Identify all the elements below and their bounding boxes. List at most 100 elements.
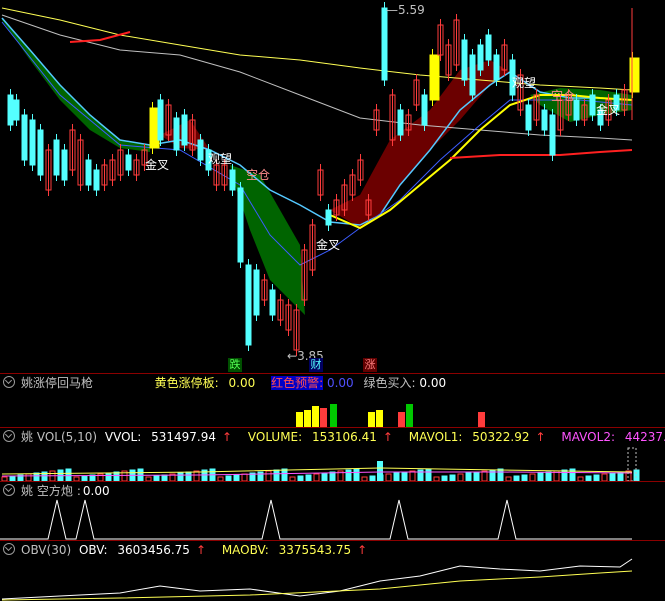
ma-yellow-long <box>1 7 633 91</box>
signal-guanwang-1: 观望 <box>208 152 233 166</box>
candle-body-15 <box>125 154 132 171</box>
candle-body-52 <box>421 94 428 126</box>
vol-bar-57 <box>457 473 464 481</box>
vol-bar-75 <box>601 473 608 481</box>
candle-body-0 <box>7 94 14 126</box>
signal-bar-6 <box>376 410 383 427</box>
candle-body-59 <box>477 44 484 71</box>
vol-bar-35 <box>281 468 288 481</box>
candle-body-67 <box>541 109 548 131</box>
panel-zhangting-huimaqiang[interactable]: 姚涨停回马枪 黄色涨停板: 0.00 红色预警: 0.00 绿色买入: 0.00 <box>0 374 665 427</box>
vol-bar-49 <box>393 472 400 481</box>
candle-body-24 <box>197 139 204 161</box>
candle-body-78 <box>629 57 640 93</box>
candle-body-73 <box>589 94 596 116</box>
panel-kongfangpao[interactable]: 姚 空方炮:0.00 <box>0 482 665 540</box>
badge-die: 跌 <box>228 358 242 372</box>
panel1-signals-svg <box>296 404 485 427</box>
vol-bar-79 <box>633 469 640 481</box>
vol-bar-40 <box>321 472 328 481</box>
vol-bar-51 <box>409 470 416 481</box>
candle-body-2 <box>21 114 28 161</box>
candle-body-60 <box>485 34 492 61</box>
vol-bar-60 <box>481 470 488 481</box>
vol-bar-53 <box>425 468 432 481</box>
signal-bar-1 <box>304 410 311 427</box>
candlestick-svg <box>1 2 640 356</box>
candle-body-28 <box>229 169 236 191</box>
signal-kongcang-2: 空仓 <box>551 89 576 103</box>
panel-volume[interactable]: 姚 VOL(5,10) VVOL: 531497.94 ↑ VOLUME: 153… <box>0 428 665 481</box>
candle-body-30 <box>245 264 252 346</box>
candle-body-40 <box>325 209 332 226</box>
candle-body-65 <box>525 104 532 131</box>
badge-cai: 财 <box>309 358 323 372</box>
kongfangpao-line <box>0 499 632 540</box>
candle-body-33 <box>269 289 276 316</box>
vol-bar-70 <box>561 469 568 481</box>
vol-bar-68 <box>545 471 552 481</box>
maobv-line <box>1 570 633 601</box>
volume-bars-svg <box>1 447 640 481</box>
signal-jincha-3: 金叉 <box>596 103 621 117</box>
vol-bar-62 <box>497 468 504 481</box>
vol-bar-13 <box>105 472 112 481</box>
candle-body-22 <box>181 114 188 146</box>
candle-body-58 <box>469 54 476 96</box>
panel-obv[interactable]: OBV(30) OBV: 3603456.75 ↑ MAOBV: 3375543.… <box>0 541 665 601</box>
signal-bar-7 <box>398 412 405 427</box>
candle-body-6 <box>53 139 60 176</box>
vol-bar-76 <box>609 472 616 481</box>
candle-body-57 <box>461 39 468 81</box>
signal-jincha-2: 金叉 <box>316 238 341 252</box>
candle-body-47 <box>381 7 388 81</box>
signal-kongcang-1: 空仓 <box>246 168 271 182</box>
signal-bar-4 <box>330 404 337 427</box>
vol-bar-44 <box>353 468 360 481</box>
red-band-2 <box>330 60 510 228</box>
vol-bar-4 <box>33 472 40 481</box>
candle-body-61 <box>493 54 500 81</box>
candle-body-10 <box>85 159 92 186</box>
red-segment-2 <box>449 149 633 159</box>
red-segment-1 <box>69 31 131 43</box>
candle-body-7 <box>61 149 68 181</box>
vol-bar-32 <box>257 471 264 481</box>
candle-body-29 <box>237 187 244 263</box>
vol-bar-8 <box>65 468 72 481</box>
vol-bar-33 <box>265 470 272 481</box>
vol-bar-3 <box>25 473 32 481</box>
vol-bar-30 <box>241 473 248 481</box>
candle-body-21 <box>173 117 180 151</box>
signal-bar-3 <box>320 408 327 427</box>
vol-bar-34 <box>273 469 280 481</box>
candle-body-31 <box>253 269 260 316</box>
vol-bar-41 <box>329 471 336 481</box>
signal-guanwang-2: 观望 <box>512 76 537 90</box>
vol-bar-23 <box>185 471 192 481</box>
candle-body-68 <box>549 114 556 156</box>
vol-bar-22 <box>177 472 184 481</box>
vol-bar-66 <box>529 473 536 481</box>
candle-body-4 <box>37 129 44 176</box>
signal-bar-9 <box>478 412 485 427</box>
main-price-chart[interactable]: —5.59 ←3.85 金叉 观望 空仓 金叉 观望 空仓 金叉 跌 财 涨 <box>0 0 665 373</box>
vol-bar-50 <box>401 471 408 481</box>
vol-bar-59 <box>473 471 480 481</box>
signal-bar-5 <box>368 412 375 427</box>
badge-zhang: 涨 <box>363 358 377 372</box>
vol-bar-39 <box>313 473 320 481</box>
obv-line <box>1 558 633 600</box>
signal-bar-2 <box>312 406 319 427</box>
vol-bar-spike <box>377 461 383 481</box>
candle-body-49 <box>397 109 404 136</box>
vol-bar-43 <box>345 469 352 481</box>
kongfangpao-svg <box>0 499 632 540</box>
ma-blue <box>1 21 633 266</box>
signal-jincha-1: 金叉 <box>145 158 170 172</box>
high-price-label: —5.59 <box>386 3 425 17</box>
vol-bar-67 <box>537 472 544 481</box>
candle-body-3 <box>29 119 36 166</box>
candle-body-19 <box>157 99 164 141</box>
candle-body-11 <box>93 169 100 191</box>
